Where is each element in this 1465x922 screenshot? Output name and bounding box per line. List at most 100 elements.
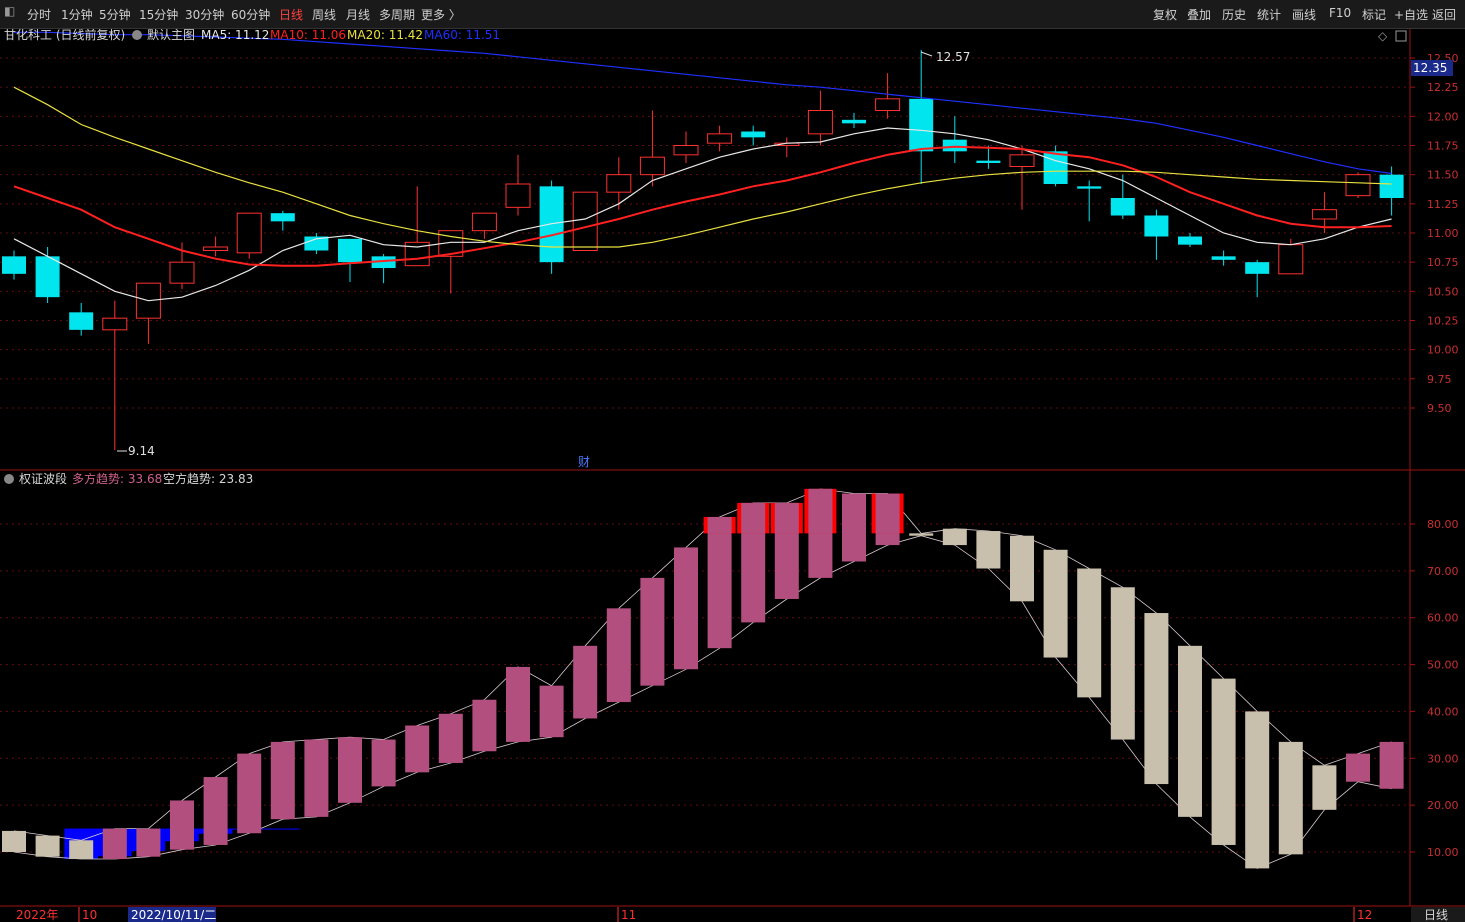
candle-body bbox=[236, 212, 262, 254]
indicator-bar bbox=[237, 753, 262, 834]
price-tick-label: 10.75 bbox=[1427, 256, 1459, 269]
tool-button-0[interactable]: 复权 bbox=[1153, 6, 1177, 23]
tab-period-6[interactable]: 日线 bbox=[279, 6, 303, 23]
candle-body bbox=[102, 317, 128, 331]
tab-period-8[interactable]: 月线 bbox=[346, 6, 370, 23]
indicator-bar bbox=[707, 516, 732, 649]
candle-body bbox=[707, 133, 733, 144]
indicator-bar bbox=[674, 547, 698, 670]
candle-body bbox=[505, 183, 531, 208]
ma20-label: MA20: 11.42 bbox=[347, 28, 423, 42]
indicator-bar bbox=[506, 666, 530, 742]
tab-period-5[interactable]: 60分钟 bbox=[231, 6, 270, 23]
price-tick-label: 9.75 bbox=[1427, 373, 1452, 386]
indicator-bar bbox=[1077, 568, 1102, 698]
ma60-label: MA60: 11.51 bbox=[424, 28, 500, 42]
indicator-bar bbox=[842, 493, 866, 562]
price-tick-label: 10.00 bbox=[1427, 344, 1459, 357]
template-label[interactable]: 默认主图 bbox=[147, 27, 195, 42]
date-label-dec: 12 bbox=[1357, 908, 1372, 922]
price-tick-label: 10.25 bbox=[1427, 315, 1459, 328]
indicator-bar bbox=[976, 531, 1001, 569]
long-trend-label: 多方趋势: 33.68 bbox=[72, 471, 162, 486]
indicator-bar-overlay bbox=[741, 502, 766, 534]
indicator-title[interactable]: 权证波段 bbox=[19, 471, 67, 486]
indicator-bar bbox=[640, 577, 665, 686]
date-label-nov: 11 bbox=[621, 908, 636, 922]
tab-period-4[interactable]: 30分钟 bbox=[185, 6, 224, 23]
candle-body bbox=[1245, 262, 1270, 274]
date-label-cursor: 2022/10/11/二 bbox=[131, 908, 216, 922]
candle-body bbox=[1379, 174, 1404, 198]
indicator-settings-icon[interactable] bbox=[4, 474, 14, 484]
low-price-annotation: 9.14 bbox=[128, 444, 155, 458]
indicator-bar bbox=[102, 828, 127, 860]
indicator-bar bbox=[1346, 753, 1370, 782]
period-label[interactable]: 日线 bbox=[1424, 908, 1448, 922]
price-tick-label: 12.00 bbox=[1427, 110, 1459, 123]
indicator-bar bbox=[1245, 711, 1270, 869]
candle-body bbox=[1345, 174, 1371, 197]
finance-marker[interactable]: 财 bbox=[578, 455, 590, 469]
indicator-tick-label: 60.00 bbox=[1427, 612, 1459, 625]
tool-button-8[interactable]: 返回 bbox=[1432, 6, 1456, 23]
template-icon[interactable] bbox=[132, 30, 142, 40]
candle-body bbox=[1311, 209, 1337, 220]
indicator-bar bbox=[1312, 765, 1337, 810]
tab-period-10[interactable]: 更多 〉 bbox=[421, 6, 461, 23]
indicator-bar bbox=[942, 528, 967, 546]
candle-body bbox=[741, 131, 766, 138]
candle-body bbox=[807, 110, 833, 135]
tool-button-3[interactable]: 统计 bbox=[1257, 6, 1281, 23]
indicator-tick-label: 80.00 bbox=[1427, 518, 1459, 531]
diamond-icon[interactable]: ◇ bbox=[1378, 29, 1388, 43]
tab-period-7[interactable]: 周线 bbox=[312, 6, 336, 23]
indicator-bar-overlay bbox=[808, 488, 833, 534]
price-tick-label: 12.25 bbox=[1427, 81, 1459, 94]
indicator-bar bbox=[1010, 535, 1034, 602]
ma5-label: MA5: 11.12 bbox=[201, 28, 269, 42]
tool-button-1[interactable]: 叠加 bbox=[1187, 6, 1211, 23]
stock-chart[interactable]: 12.5012.2512.0011.7511.5011.2511.0010.75… bbox=[0, 0, 1465, 922]
tool-button-4[interactable]: 画线 bbox=[1292, 6, 1316, 23]
price-tick-label: 11.00 bbox=[1427, 227, 1459, 240]
toolbar-back-icon[interactable]: ◧ bbox=[4, 4, 15, 18]
stock-title[interactable]: 甘化科工 (日线前复权) bbox=[4, 27, 125, 42]
indicator-bar bbox=[909, 533, 934, 536]
candle-body bbox=[673, 145, 699, 156]
candle-body bbox=[1144, 215, 1169, 237]
indicator-tick-label: 30.00 bbox=[1427, 752, 1459, 765]
period-toolbar: ◧ 分时 1分钟 5分钟 15分钟 30分钟 60分钟 日线 周线 月线 多周期 更多 〉 复权 叠加… bbox=[0, 0, 1465, 29]
candle-body bbox=[572, 191, 598, 252]
indicator-bar bbox=[1043, 549, 1068, 658]
tool-button-5[interactable]: F10 bbox=[1329, 6, 1351, 20]
indicator-bar bbox=[69, 840, 94, 860]
price-tick-label: 11.75 bbox=[1427, 140, 1459, 153]
candle-body bbox=[1110, 198, 1135, 216]
candle-body bbox=[976, 160, 1001, 163]
tool-button-2[interactable]: 历史 bbox=[1222, 6, 1246, 23]
indicator-bar bbox=[438, 713, 463, 763]
indicator-bar bbox=[606, 608, 631, 703]
candle-body bbox=[338, 238, 362, 263]
indicator-tick-label: 10.00 bbox=[1427, 846, 1459, 859]
candle-body bbox=[471, 212, 497, 232]
indicator-bar bbox=[203, 777, 228, 845]
candle-body bbox=[1178, 236, 1202, 245]
tab-period-0[interactable]: 分时 bbox=[27, 6, 51, 23]
indicator-tick-label: 50.00 bbox=[1427, 659, 1459, 672]
tab-period-9[interactable]: 多周期 bbox=[379, 6, 415, 23]
tool-button-7[interactable]: +自选 bbox=[1394, 6, 1428, 23]
tool-button-6[interactable]: 标记 bbox=[1362, 6, 1386, 23]
candle-body bbox=[270, 213, 295, 222]
candle-body bbox=[69, 312, 94, 330]
indicator-bar bbox=[573, 645, 598, 719]
price-tick-label: 10.50 bbox=[1427, 285, 1459, 298]
tab-period-2[interactable]: 5分钟 bbox=[99, 6, 131, 23]
indicator-bar bbox=[338, 737, 362, 803]
tab-period-3[interactable]: 15分钟 bbox=[139, 6, 178, 23]
candle-body bbox=[606, 174, 632, 193]
price-tick-label: 11.50 bbox=[1427, 169, 1459, 182]
candle-body bbox=[909, 98, 934, 152]
tab-period-1[interactable]: 1分钟 bbox=[61, 6, 93, 23]
